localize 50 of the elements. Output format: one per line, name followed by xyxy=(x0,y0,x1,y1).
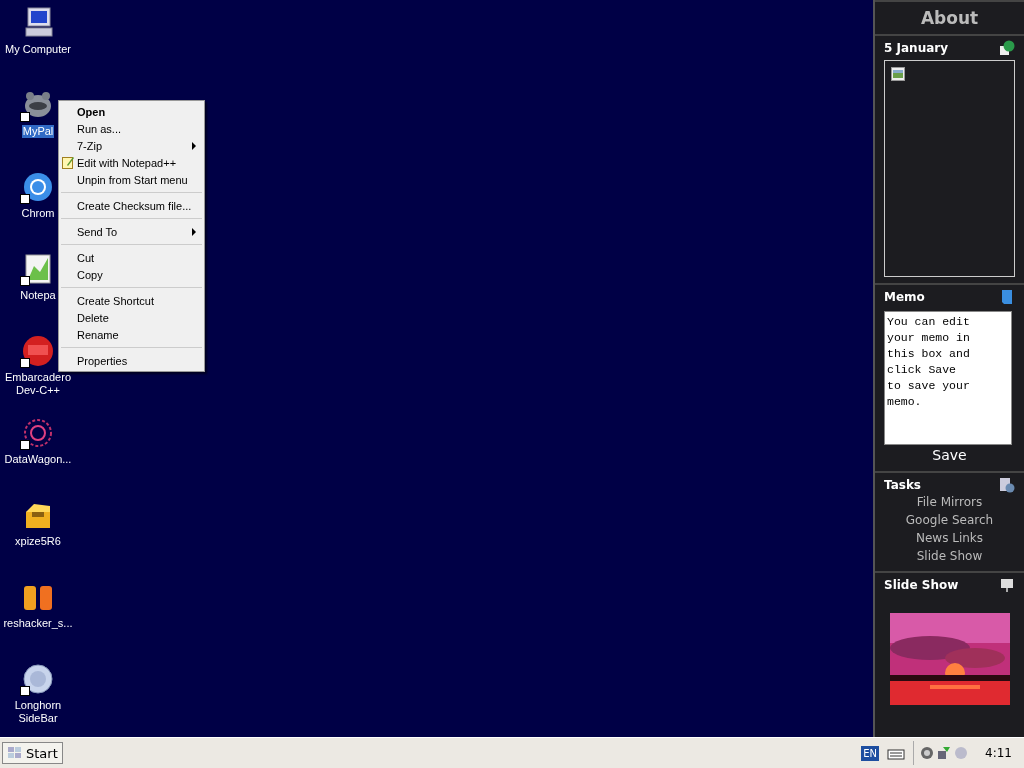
menu-item[interactable]: Rename xyxy=(59,326,204,343)
desktop-icon-label[interactable]: xpize5R6 xyxy=(14,535,62,548)
task-link[interactable]: News Links xyxy=(915,529,984,547)
menu-item[interactable]: Create Checksum file... xyxy=(59,197,204,214)
clock-icon[interactable] xyxy=(999,477,1015,493)
clock[interactable]: 4:11 xyxy=(971,746,1020,760)
start-button[interactable]: Start xyxy=(2,742,63,764)
menu-item[interactable]: Send To xyxy=(59,223,204,240)
desktop-icon-label[interactable]: Chrom xyxy=(20,207,56,220)
sidebar-title[interactable]: About xyxy=(875,0,1024,36)
section-title: Slide Show xyxy=(884,578,959,592)
task-link[interactable]: File Mirrors xyxy=(916,493,983,511)
notepad-icon xyxy=(62,156,74,169)
desktop-icon-label[interactable]: Notepa xyxy=(19,289,57,302)
windows-flag-icon xyxy=(7,746,23,760)
desktop-icon-label[interactable]: Longhorn SideBar xyxy=(13,699,63,725)
desktop-icon-label[interactable]: MyPal xyxy=(21,125,55,138)
submenu-arrow-icon xyxy=(192,228,196,236)
language-indicator[interactable]: EN xyxy=(861,745,880,761)
menu-item[interactable]: Properties xyxy=(59,352,204,369)
image-icon xyxy=(891,67,905,81)
note-icon[interactable] xyxy=(999,289,1015,305)
projector-screen-icon[interactable] xyxy=(999,577,1015,593)
submenu-arrow-icon xyxy=(192,142,196,150)
menu-item[interactable]: Create Shortcut xyxy=(59,292,204,309)
network-icon[interactable] xyxy=(937,746,952,760)
desktop-icon[interactable] xyxy=(20,334,56,368)
menu-item[interactable]: Edit with Notepad++ xyxy=(59,154,204,171)
section-title: 5 January xyxy=(884,41,948,55)
desktop-icon-label[interactable]: Embarcadero Dev-C++ xyxy=(3,371,72,397)
desktop-icon-label[interactable]: DataWagon... xyxy=(3,453,73,466)
menu-item[interactable]: Cut xyxy=(59,249,204,266)
section-title: Memo xyxy=(884,290,925,304)
menu-item[interactable]: 7-Zip xyxy=(59,137,204,154)
keyboard-icon[interactable] xyxy=(887,746,906,760)
task-link[interactable]: Slide Show xyxy=(916,547,983,565)
desktop-icon-label[interactable]: reshacker_s... xyxy=(2,617,74,630)
menu-item[interactable]: Delete xyxy=(59,309,204,326)
desktop-icon[interactable] xyxy=(20,662,56,696)
menu-item[interactable]: Unpin from Start menu xyxy=(59,171,204,188)
speaker-icon[interactable] xyxy=(920,746,935,760)
section-title: Tasks xyxy=(884,478,921,492)
save-button[interactable]: Save xyxy=(926,445,973,465)
menu-item[interactable]: Open xyxy=(59,103,204,120)
desktop-icon-label[interactable]: My Computer xyxy=(4,43,72,56)
task-link[interactable]: Google Search xyxy=(905,511,994,529)
memo-field[interactable]: You can edit your memo in this box and click Save to save your memo. xyxy=(884,311,1012,445)
globe-icon[interactable] xyxy=(999,40,1015,56)
menu-item[interactable]: Run as... xyxy=(59,120,204,137)
menu-item[interactable]: Copy xyxy=(59,266,204,283)
